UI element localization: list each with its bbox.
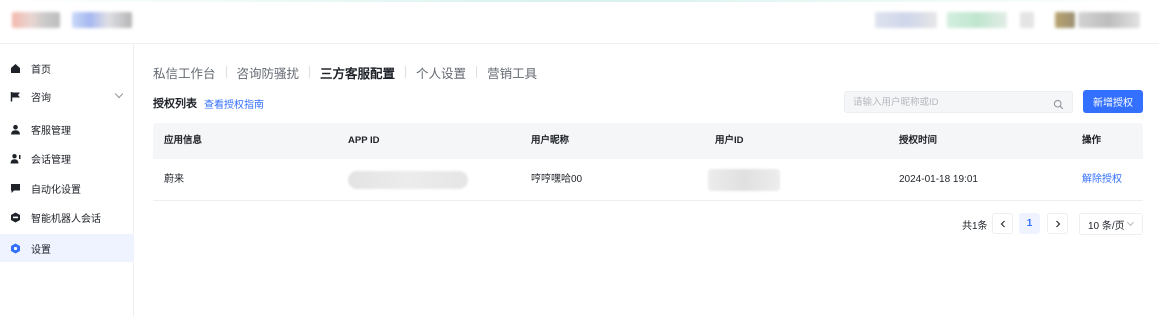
table-row: 蔚来 哼哼嘿哈00 2024-01-18 19:01 解除授权 (153, 159, 1143, 201)
top-bar (0, 0, 1159, 44)
tab-anti-harassment[interactable]: 咨询防骚扰 (237, 63, 300, 82)
flag-icon (10, 91, 21, 102)
chevron-down-icon (1126, 218, 1135, 227)
home-icon (10, 63, 21, 74)
revoke-authorization-link[interactable]: 解除授权 (1082, 159, 1122, 201)
sidebar-item-label: 会话管理 (31, 154, 71, 166)
pagination-total: 共1条 (962, 221, 988, 232)
cell-nickname: 哼哼嘿哈00 (531, 174, 583, 185)
next-page-button[interactable] (1047, 213, 1068, 234)
page-size-select[interactable]: 10 条/页 (1079, 213, 1143, 235)
header-item-3 (1020, 12, 1034, 28)
chevron-right-icon (1055, 220, 1060, 227)
authorization-table: 应用信息 APP ID 用户昵称 用户ID 授权时间 操作 蔚来 哼哼嘿哈00 … (153, 123, 1143, 201)
column-header-app-id: APP ID (348, 135, 380, 146)
column-header-user-id: 用户ID (715, 135, 744, 146)
sidebar-item-label: 客服管理 (31, 125, 71, 137)
section-title: 授权列表 (153, 98, 197, 110)
tab-private-workbench[interactable]: 私信工作台 (153, 63, 216, 82)
search-icon[interactable] (1053, 97, 1064, 110)
sidebar-item-session-management[interactable]: 会话管理 (0, 144, 134, 172)
page-size-value: 10 条/页 (1088, 220, 1125, 232)
tab-third-party-service[interactable]: 三方客服配置 (320, 63, 395, 82)
column-header-app-info: 应用信息 (164, 135, 203, 146)
sidebar-item-label: 设置 (31, 244, 51, 256)
search-input[interactable] (845, 92, 1045, 113)
gear-icon (10, 243, 21, 254)
tab-divider (405, 66, 407, 78)
cell-app-id-redacted (348, 171, 468, 189)
sidebar-item-automation[interactable]: 自动化设置 (0, 174, 134, 202)
top-accent-line (0, 0, 1159, 2)
brand-name (72, 12, 132, 28)
sidebar-item-agent-management[interactable]: 客服管理 (0, 115, 134, 143)
cell-app-name: 蔚来 (164, 174, 184, 185)
user-chat-icon (10, 153, 21, 164)
tab-marketing-tools[interactable]: 营销工具 (487, 63, 537, 82)
robot-icon (10, 212, 21, 223)
header-item-1[interactable] (875, 12, 937, 28)
cell-user-id-redacted (708, 169, 780, 191)
message-icon (10, 183, 21, 194)
sidebar-item-label: 咨询 (31, 92, 51, 104)
sidebar: 首页 咨询 客服管理 会话管理 自动化设置 智能机器人会话 设置 (0, 44, 134, 317)
prev-page-button[interactable] (992, 213, 1013, 234)
column-header-auth-time: 授权时间 (899, 135, 938, 146)
sidebar-item-consult[interactable]: 咨询 (0, 82, 134, 110)
column-header-action: 操作 (1082, 135, 1102, 146)
tab-divider (309, 66, 311, 78)
sidebar-item-settings[interactable]: 设置 (0, 234, 134, 262)
avatar[interactable] (1055, 12, 1075, 28)
sidebar-item-home[interactable]: 首页 (0, 54, 134, 82)
chevron-down-icon[interactable] (114, 89, 124, 99)
tab-divider (225, 66, 227, 78)
page-number-current[interactable]: 1 (1019, 213, 1040, 234)
sidebar-item-label: 首页 (31, 64, 51, 76)
header-item-2[interactable] (947, 12, 1007, 28)
chevron-left-icon (1000, 220, 1005, 227)
column-header-nickname: 用户昵称 (531, 135, 570, 146)
tab-bar: 私信工作台 咨询防骚扰 三方客服配置 个人设置 营销工具 (153, 62, 537, 82)
search-box[interactable] (844, 91, 1073, 113)
tab-personal-settings[interactable]: 个人设置 (416, 63, 466, 82)
user-icon (10, 124, 21, 135)
sidebar-item-label: 智能机器人会话 (31, 213, 101, 225)
sidebar-item-label: 自动化设置 (31, 184, 81, 196)
cell-auth-time: 2024-01-18 19:01 (899, 174, 978, 185)
tab-divider (476, 66, 478, 78)
table-header: 应用信息 APP ID 用户昵称 用户ID 授权时间 操作 (153, 123, 1143, 159)
logo (12, 12, 60, 28)
user-name[interactable] (1078, 12, 1140, 28)
add-authorization-button[interactable]: 新增授权 (1083, 90, 1143, 113)
sidebar-item-robot-session[interactable]: 智能机器人会话 (0, 203, 134, 231)
authorization-guide-link[interactable]: 查看授权指南 (204, 96, 264, 111)
